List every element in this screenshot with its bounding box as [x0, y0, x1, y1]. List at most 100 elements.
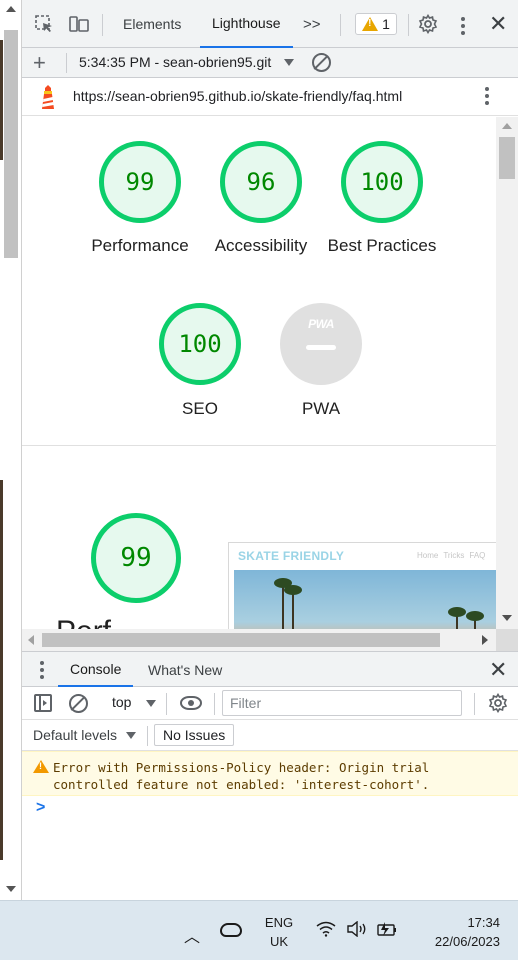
toolbar-divider — [66, 53, 67, 73]
scrollbar-corner — [496, 629, 518, 651]
show-console-sidebar-icon[interactable] — [34, 694, 52, 712]
toolbar-divider — [474, 693, 475, 715]
report-menu-icon[interactable] — [485, 87, 489, 105]
system-clock[interactable]: 17:34 22/06/2023 — [412, 913, 500, 951]
report-hscroll-thumb[interactable] — [42, 633, 440, 647]
report-selector[interactable]: 5:34:35 PM - sean-obrien95.git — [79, 54, 289, 70]
more-tabs-button[interactable]: >> — [303, 0, 321, 48]
gauge-seo[interactable]: 100 — [159, 303, 241, 385]
tab-console[interactable]: Console — [58, 652, 134, 687]
report-horizontal-scrollbar[interactable] — [22, 629, 496, 651]
windows-taskbar: ︿ ENG UK 17:34 22/06/2023 — [0, 900, 518, 960]
toolbar-divider — [214, 693, 215, 715]
performance-section-heading: Perf — [56, 615, 111, 629]
tab-elements[interactable]: Elements — [123, 0, 181, 48]
customize-menu-icon[interactable] — [461, 17, 465, 35]
warnings-counter-button[interactable]: 1 — [355, 13, 397, 35]
lang-region: UK — [269, 934, 289, 949]
issues-button[interactable]: No Issues — [154, 724, 235, 746]
scroll-up-arrow-icon[interactable] — [6, 6, 16, 12]
palm-tree — [448, 607, 466, 617]
log-levels-select[interactable]: Default levels — [33, 727, 117, 743]
toolbar-divider — [408, 14, 409, 36]
scroll-right-arrow-icon[interactable] — [482, 635, 488, 645]
inspect-element-icon[interactable] — [33, 13, 55, 35]
pwa-na-bar — [306, 345, 336, 350]
scroll-left-arrow-icon[interactable] — [28, 635, 34, 645]
gauge-label-seo: SEO — [182, 399, 218, 418]
page-screenshot-thumbnail[interactable]: SKATE FRIENDLY Home Tricks FAQ — [228, 542, 496, 629]
settings-gear-icon[interactable] — [417, 13, 439, 35]
page-edge-shadow — [0, 40, 3, 160]
report-dropdown-caret-icon[interactable] — [284, 59, 294, 66]
warning-count: 1 — [382, 16, 390, 32]
console-prompt-chevron-icon[interactable]: > — [36, 799, 45, 817]
gauge-label-best-practices: Best Practices — [327, 236, 437, 255]
clock-time: 17:34 — [467, 915, 500, 930]
toolbar-divider — [340, 14, 341, 36]
context-dropdown-caret-icon[interactable] — [146, 700, 156, 707]
wifi-icon[interactable] — [316, 921, 336, 942]
palm-tree — [284, 585, 302, 595]
performance-section-gauge[interactable]: 99 — [91, 513, 181, 603]
close-devtools-icon[interactable]: ✕ — [489, 13, 507, 35]
scroll-down-arrow-icon[interactable] — [6, 886, 16, 892]
lighthouse-logo-icon — [38, 84, 58, 110]
gauge-performance[interactable]: 99 — [99, 141, 181, 223]
warning-icon — [362, 17, 379, 31]
toolbar-divider — [166, 693, 167, 715]
clear-console-icon[interactable] — [69, 694, 88, 713]
javascript-context-select[interactable]: top — [112, 694, 131, 710]
lang-code: ENG — [264, 915, 294, 930]
screenshot-nav-item: Tricks — [443, 551, 465, 560]
console-settings-gear-icon[interactable] — [488, 692, 508, 717]
levels-dropdown-caret-icon[interactable] — [126, 732, 136, 739]
battery-charging-icon[interactable] — [376, 921, 398, 942]
drawer-tabbar: Console What's New ✕ — [22, 651, 518, 687]
report-vertical-scrollbar[interactable] — [496, 117, 518, 629]
gauge-best-practices[interactable]: 100 — [341, 141, 423, 223]
onedrive-cloud-icon[interactable] — [220, 923, 242, 937]
tab-whats-new[interactable]: What's New — [148, 652, 222, 687]
devtools-panel: Elements Lighthouse >> 1 ✕ + 5:34:35 PM … — [22, 0, 518, 900]
warning-icon — [33, 760, 49, 773]
new-report-plus-icon[interactable]: + — [33, 50, 46, 76]
input-language-indicator[interactable]: ENG UK — [258, 913, 300, 951]
screenshot-nav-item: Home — [417, 551, 439, 560]
console-warning-message[interactable]: Error with Permissions-Policy header: Or… — [22, 751, 518, 796]
screenshot-nav-item: FAQ — [469, 551, 486, 560]
gauge-label-pwa: PWA — [301, 399, 341, 418]
lighthouse-report: 99 Performance 96 Accessibility 100 Best… — [22, 117, 496, 629]
volume-speaker-icon[interactable] — [346, 920, 368, 942]
toolbar-divider — [147, 726, 148, 746]
page-edge-shadow — [0, 480, 3, 860]
clear-reports-icon[interactable] — [312, 53, 331, 72]
section-divider — [22, 445, 496, 446]
scroll-down-arrow-icon[interactable] — [502, 615, 512, 621]
gauge-pwa[interactable]: PWA — [280, 303, 362, 385]
page-behind-strip — [0, 0, 22, 900]
screenshot-brand: SKATE FRIENDLY — [238, 549, 345, 563]
palm-tree — [292, 590, 294, 629]
report-scrollbar-thumb[interactable] — [499, 137, 515, 179]
show-hidden-icons-chevron-icon[interactable]: ︿ — [184, 923, 200, 947]
page-scrollbar-thumb[interactable] — [4, 30, 18, 258]
report-url: https://sean-obrien95.github.io/skate-fr… — [73, 88, 403, 104]
tab-lighthouse[interactable]: Lighthouse — [200, 0, 293, 48]
gauge-label-performance: Performance — [91, 236, 189, 255]
clock-date: 22/06/2023 — [434, 934, 500, 949]
lighthouse-toolbar: + 5:34:35 PM - sean-obrien95.git — [22, 48, 518, 78]
console-levels-toolbar: Default levels No Issues — [22, 720, 518, 751]
close-drawer-icon[interactable]: ✕ — [489, 659, 507, 681]
gauge-accessibility[interactable]: 96 — [220, 141, 302, 223]
palm-tree — [466, 611, 484, 621]
live-expression-eye-icon[interactable] — [180, 696, 202, 710]
screenshot-hero-photo — [234, 570, 496, 629]
warning-text: Error with Permissions-Policy header: Or… — [53, 760, 430, 792]
scroll-up-arrow-icon[interactable] — [502, 123, 512, 129]
console-filter-input[interactable]: Filter — [222, 690, 462, 716]
screenshot-nav: Home Tricks FAQ — [417, 551, 490, 560]
toolbar-divider — [102, 14, 103, 36]
device-toolbar-icon[interactable] — [68, 13, 90, 35]
drawer-menu-icon[interactable] — [40, 661, 44, 679]
